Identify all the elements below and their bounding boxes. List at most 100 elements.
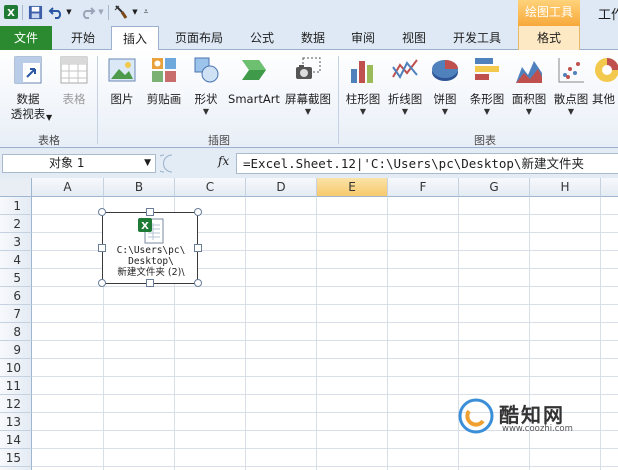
column-header-b[interactable]: B bbox=[104, 178, 175, 197]
name-box-dropdown-icon[interactable]: ▼ bbox=[144, 155, 151, 172]
window-title: 工作 bbox=[598, 8, 618, 23]
resize-handle-top-right[interactable] bbox=[194, 208, 202, 216]
insert-function-icon[interactable]: fx bbox=[218, 154, 229, 168]
line-chart-label: 折线图 bbox=[387, 92, 423, 106]
pivot-table-icon bbox=[12, 54, 44, 86]
other-charts-button[interactable]: 其他 bbox=[592, 54, 618, 107]
format-painter-icon[interactable] bbox=[112, 3, 130, 21]
pie-chart-label: 饼图 bbox=[433, 92, 457, 106]
row-header-9[interactable]: 9 bbox=[0, 341, 32, 359]
undo-dropdown-icon[interactable]: ▼ bbox=[65, 3, 73, 21]
row-header-3[interactable]: 3 bbox=[0, 233, 32, 251]
redo-icon[interactable] bbox=[80, 3, 96, 21]
shapes-button[interactable]: 形状 ▼ bbox=[188, 54, 224, 117]
resize-handle-bottom-left[interactable] bbox=[98, 279, 106, 287]
column-chart-dropdown-icon[interactable]: ▼ bbox=[360, 107, 366, 117]
ribbon: 数据 透视表 ▼ 表格 表格 图片 剪贴画 形状 ▼ SmartArt 屏幕截图… bbox=[0, 50, 618, 148]
resize-handle-left[interactable] bbox=[98, 244, 106, 252]
picture-button[interactable]: 图片 bbox=[104, 54, 140, 107]
shapes-dropdown-icon[interactable]: ▼ bbox=[203, 107, 209, 117]
scatter-chart-button[interactable]: 散点图 ▼ bbox=[550, 54, 592, 117]
column-header-e[interactable]: E bbox=[317, 178, 388, 197]
tab-developer[interactable]: 开发工具 bbox=[443, 26, 511, 50]
charts-group-label: 图表 bbox=[474, 134, 496, 147]
smartart-icon bbox=[238, 54, 270, 86]
other-charts-label: 其他 bbox=[592, 92, 615, 106]
table-label: 表格 bbox=[62, 92, 86, 106]
row-header-13[interactable]: 13 bbox=[0, 413, 32, 431]
area-chart-icon bbox=[513, 54, 545, 86]
tab-insert[interactable]: 插入 bbox=[111, 26, 159, 51]
resize-handle-right[interactable] bbox=[194, 244, 202, 252]
redo-dropdown-icon[interactable]: ▼ bbox=[97, 3, 105, 21]
line-chart-button[interactable]: 折线图 ▼ bbox=[384, 54, 426, 117]
table-button[interactable]: 表格 bbox=[56, 54, 92, 107]
row-header-7[interactable]: 7 bbox=[0, 305, 32, 323]
column-header-g[interactable]: G bbox=[459, 178, 530, 197]
row-header-11[interactable]: 11 bbox=[0, 377, 32, 395]
tab-page-layout[interactable]: 页面布局 bbox=[166, 26, 232, 50]
tab-review[interactable]: 审阅 bbox=[340, 26, 386, 50]
column-header-a[interactable]: A bbox=[32, 178, 104, 197]
tables-group-label: 表格 bbox=[38, 134, 60, 147]
scatter-chart-dropdown-icon[interactable]: ▼ bbox=[568, 107, 574, 117]
area-chart-button[interactable]: 面积图 ▼ bbox=[508, 54, 550, 117]
screenshot-button[interactable]: 屏幕截图 ▼ bbox=[282, 54, 334, 117]
row-header-1[interactable]: 1 bbox=[0, 197, 32, 215]
formula-bar: 对象 1 ▼ fx =Excel.Sheet.12|'C:\Users\pc\D… bbox=[0, 148, 618, 178]
excel-app-icon[interactable]: X bbox=[2, 3, 20, 21]
smartart-button[interactable]: SmartArt bbox=[226, 54, 282, 107]
row-header-5[interactable]: 5 bbox=[0, 269, 32, 287]
format-painter-dropdown-icon[interactable]: ▼ bbox=[131, 3, 139, 21]
row-header-14[interactable]: 14 bbox=[0, 431, 32, 449]
column-header-i[interactable] bbox=[601, 178, 618, 197]
pivot-table-button[interactable]: 数据 透视表 bbox=[6, 54, 50, 122]
line-chart-dropdown-icon[interactable]: ▼ bbox=[402, 107, 408, 117]
tab-home[interactable]: 开始 bbox=[60, 26, 106, 50]
row-header-12[interactable]: 12 bbox=[0, 395, 32, 413]
pivot-table-dropdown-icon[interactable]: ▼ bbox=[46, 113, 52, 122]
screenshot-dropdown-icon[interactable]: ▼ bbox=[305, 107, 311, 117]
column-chart-button[interactable]: 柱形图 ▼ bbox=[342, 54, 384, 117]
resize-handle-bottom[interactable] bbox=[146, 279, 154, 287]
pivot-table-label-1: 数据 bbox=[16, 92, 40, 106]
row-header-6[interactable]: 6 bbox=[0, 287, 32, 305]
pie-chart-dropdown-icon[interactable]: ▼ bbox=[442, 107, 448, 117]
clipart-button[interactable]: 剪贴画 bbox=[144, 54, 184, 107]
column-chart-label: 柱形图 bbox=[345, 92, 381, 106]
select-all-corner[interactable] bbox=[0, 178, 32, 197]
customize-qat-icon[interactable]: ⩡ bbox=[141, 3, 151, 21]
column-header-f[interactable]: F bbox=[388, 178, 459, 197]
resize-handle-top-left[interactable] bbox=[98, 208, 106, 216]
row-header-4[interactable]: 4 bbox=[0, 251, 32, 269]
row-header-8[interactable]: 8 bbox=[0, 323, 32, 341]
column-header-h[interactable]: H bbox=[530, 178, 601, 197]
column-header-c[interactable]: C bbox=[175, 178, 246, 197]
bar-chart-icon bbox=[471, 54, 503, 86]
tab-view[interactable]: 视图 bbox=[391, 26, 437, 50]
screenshot-label: 屏幕截图 bbox=[285, 92, 331, 106]
name-box[interactable]: 对象 1 ▼ bbox=[2, 154, 156, 173]
resize-handle-top[interactable] bbox=[146, 208, 154, 216]
pie-chart-button[interactable]: 饼图 ▼ bbox=[428, 54, 462, 117]
pie-chart-icon bbox=[429, 54, 461, 86]
column-header-d[interactable]: D bbox=[246, 178, 317, 197]
tab-data[interactable]: 数据 bbox=[290, 26, 336, 50]
row-header-2[interactable]: 2 bbox=[0, 215, 32, 233]
tab-file[interactable]: 文件 bbox=[0, 26, 52, 50]
save-icon[interactable] bbox=[26, 3, 44, 21]
undo-icon[interactable] bbox=[48, 3, 64, 21]
embedded-excel-object[interactable]: X C:\Users\pc\ Desktop\ 新建文件夹 (2)\ bbox=[98, 208, 202, 287]
tab-format[interactable]: 格式 bbox=[518, 26, 580, 50]
bar-chart-label: 条形图 bbox=[469, 92, 505, 106]
area-chart-dropdown-icon[interactable]: ▼ bbox=[526, 107, 532, 117]
resize-handle-bottom-right[interactable] bbox=[194, 279, 202, 287]
object-caption-line-3: 新建文件夹 (2)\ bbox=[117, 267, 185, 278]
tab-formulas[interactable]: 公式 bbox=[239, 26, 285, 50]
row-header-10[interactable]: 10 bbox=[0, 359, 32, 377]
formula-input[interactable]: =Excel.Sheet.12|'C:\Users\pc\Desktop\新建文… bbox=[236, 153, 618, 174]
bar-chart-dropdown-icon[interactable]: ▼ bbox=[484, 107, 490, 117]
row-header-15[interactable]: 15 bbox=[0, 449, 32, 467]
picture-icon bbox=[106, 54, 138, 86]
bar-chart-button[interactable]: 条形图 ▼ bbox=[466, 54, 508, 117]
